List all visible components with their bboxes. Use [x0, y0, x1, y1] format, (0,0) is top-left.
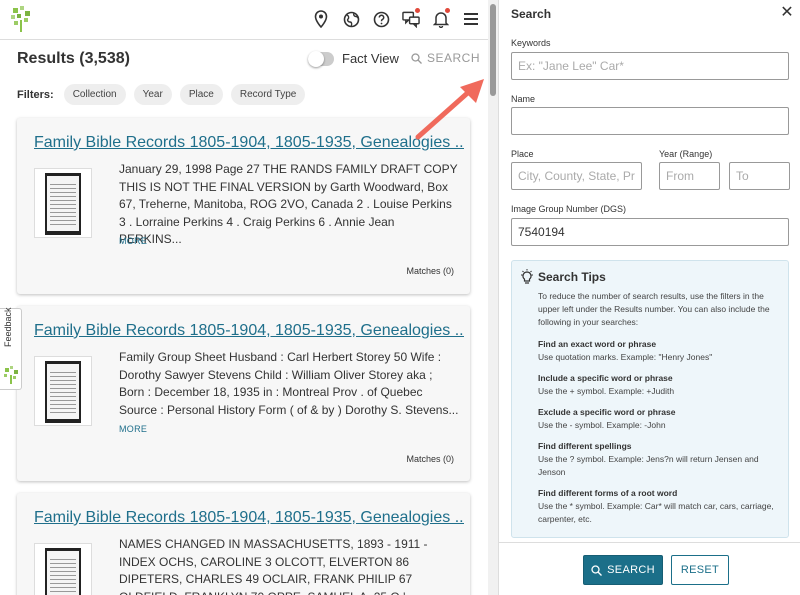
result-snippet: NAMES CHANGED IN MASSACHUSETTS, 1893 - 1… — [119, 537, 428, 595]
tip-item: Find different forms of a root word Use … — [538, 487, 786, 526]
year-range-label: Year (Range) — [659, 149, 713, 159]
chat-notification-dot — [415, 8, 420, 13]
record-thumbnail[interactable] — [34, 356, 92, 426]
tip-heading: Include a specific word or phrase — [538, 373, 673, 383]
search-button[interactable]: SEARCH — [583, 555, 663, 585]
top-icons — [312, 8, 480, 30]
filter-chip-year[interactable]: Year — [133, 84, 172, 105]
search-tips-title: Search Tips — [538, 270, 606, 284]
matches-count: Matches (0) — [406, 266, 454, 276]
keywords-label: Keywords — [511, 38, 551, 48]
search-button-label: SEARCH — [607, 564, 655, 576]
app: Results (3,538) Fact View SEARCH Filters… — [0, 0, 800, 595]
result-snippet: Family Group Sheet Husband : Carl Herber… — [119, 350, 459, 417]
open-search-label: SEARCH — [427, 51, 481, 65]
tip-item: Find different spellings Use the ? symbo… — [538, 440, 786, 479]
map-pin-icon[interactable] — [312, 8, 330, 30]
tip-body: Use quotation marks. Example: "Henry Jon… — [538, 352, 713, 362]
results-count: Results (3,538) — [17, 50, 130, 67]
keywords-input[interactable] — [511, 52, 789, 80]
feedback-tab[interactable]: Feedback — [0, 307, 22, 390]
filters-bar: Filters: Collection Year Place Record Ty… — [17, 84, 306, 105]
dgs-label: Image Group Number (DGS) — [511, 204, 627, 214]
search-icon — [591, 564, 603, 576]
fact-view-toggle[interactable]: Fact View — [308, 50, 399, 67]
tip-heading: Find different spellings — [538, 441, 632, 451]
name-input[interactable] — [511, 107, 789, 135]
fact-view-label: Fact View — [342, 51, 399, 66]
close-icon[interactable]: ✕ — [778, 4, 796, 22]
result-card: Family Bible Records 1805-1904, 1805-193… — [17, 306, 470, 481]
place-input[interactable] — [511, 162, 642, 190]
top-bar — [0, 0, 490, 40]
year-to-input[interactable] — [729, 162, 790, 190]
search-tips-intro: To reduce the number of search results, … — [538, 291, 770, 327]
help-icon[interactable] — [372, 8, 390, 30]
place-label: Place — [511, 149, 534, 159]
name-label: Name — [511, 94, 536, 104]
feedback-label: Feedback — [3, 307, 13, 347]
filters-label: Filters: — [17, 88, 54, 101]
lightbulb-icon — [521, 269, 533, 284]
result-card: Family Bible Records 1805-1904, 1805-193… — [17, 118, 470, 294]
filter-chip-record-type[interactable]: Record Type — [230, 84, 306, 105]
more-link[interactable]: MORE — [119, 424, 147, 434]
search-icon — [411, 52, 422, 64]
familysearch-logo[interactable] — [10, 6, 32, 32]
search-tips-box: Search Tips To reduce the number of sear… — [511, 260, 789, 538]
more-link[interactable]: MORE — [119, 236, 147, 246]
search-panel-title: Search — [511, 7, 552, 21]
menu-icon[interactable] — [462, 8, 480, 30]
result-title-link[interactable]: Family Bible Records 1805-1904, 1805-193… — [34, 509, 464, 527]
search-panel-footer: SEARCH RESET — [499, 542, 800, 595]
filter-chip-place[interactable]: Place — [179, 84, 223, 105]
tip-item: Find an exact word or phrase Use quotati… — [538, 338, 786, 364]
dgs-input[interactable] — [511, 218, 789, 246]
year-from-input[interactable] — [659, 162, 720, 190]
tip-body: Use the - symbol. Example: -John — [538, 420, 666, 430]
tip-body: Use the * symbol. Example: Car* will mat… — [538, 501, 774, 524]
matches-count: Matches (0) — [406, 454, 454, 464]
result-card: Family Bible Records 1805-1904, 1805-193… — [17, 493, 470, 595]
record-thumbnail[interactable] — [34, 543, 92, 595]
bell-notification-dot — [445, 8, 450, 13]
tip-item: Exclude a specific word or phrase Use th… — [538, 406, 786, 432]
search-panel: Search ✕ Keywords Name Place Year (Range… — [498, 0, 800, 595]
open-search-button[interactable]: SEARCH — [411, 51, 480, 65]
feedback-tree-icon — [4, 366, 18, 384]
bell-icon[interactable] — [432, 8, 450, 30]
annotation-arrow — [415, 79, 484, 140]
tip-heading: Find an exact word or phrase — [538, 339, 657, 349]
chat-icon[interactable] — [402, 8, 420, 30]
result-snippet: January 29, 1998 Page 27 THE RANDS FAMIL… — [119, 162, 458, 246]
toggle-switch[interactable] — [308, 50, 334, 67]
reset-button[interactable]: RESET — [671, 555, 729, 585]
tip-body: Use the + symbol. Example: +Judith — [538, 386, 675, 396]
scrollbar-thumb[interactable] — [490, 4, 496, 96]
filter-chip-collection[interactable]: Collection — [63, 84, 126, 105]
result-title-link[interactable]: Family Bible Records 1805-1904, 1805-193… — [34, 134, 464, 152]
tip-heading: Find different forms of a root word — [538, 488, 678, 498]
result-title-link[interactable]: Family Bible Records 1805-1904, 1805-193… — [34, 322, 464, 340]
tip-heading: Exclude a specific word or phrase — [538, 407, 676, 417]
globe-icon[interactable] — [342, 8, 360, 30]
tip-item: Include a specific word or phrase Use th… — [538, 372, 786, 398]
tip-body: Use the ? symbol. Example: Jens?n will r… — [538, 454, 759, 477]
record-thumbnail[interactable] — [34, 168, 92, 238]
